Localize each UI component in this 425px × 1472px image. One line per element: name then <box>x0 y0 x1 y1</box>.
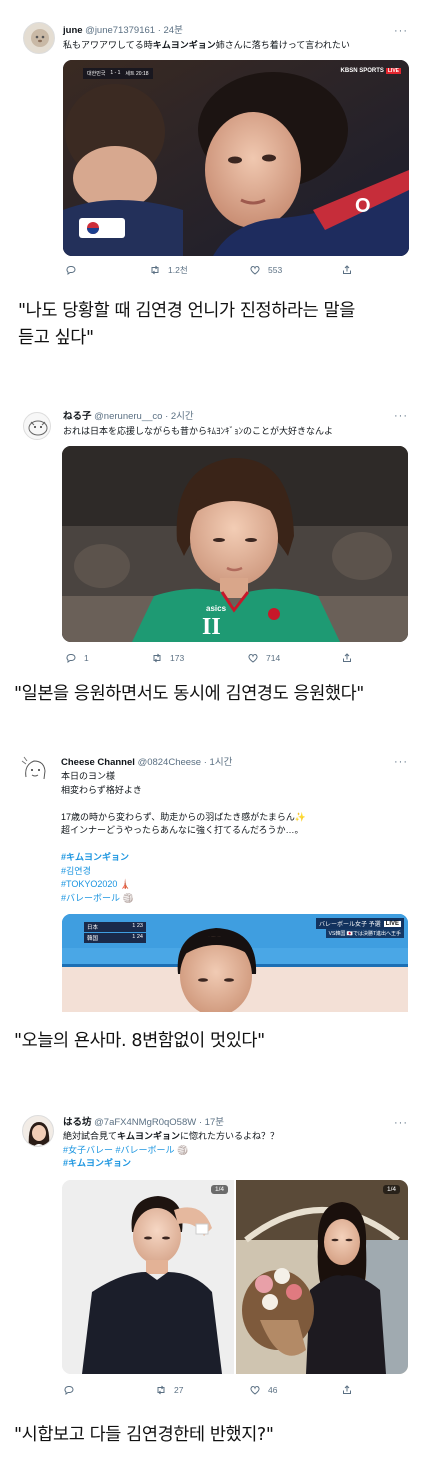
timestamp[interactable]: 24분 <box>164 25 183 36</box>
jersey-brand: asics <box>206 604 227 613</box>
retweet-button[interactable]: 1.2천 <box>149 264 188 276</box>
tweet-3: Cheese Channel @0824Cheese · 1시간 ··· 本日の… <box>0 740 425 1020</box>
hashtag[interactable]: #キムヨンギョン <box>63 1157 279 1171</box>
handle[interactable]: @7aFX4NMgR0qO58W <box>94 1117 196 1128</box>
tweet-actions: 1 173 714 <box>63 652 409 666</box>
tweet-header: はる坊 @7aFX4NMgR0qO58W · 17분 <box>63 1117 224 1128</box>
like-icon <box>248 654 258 663</box>
tweet-actions: 27 46 <box>63 1384 409 1398</box>
retweet-icon <box>151 265 159 275</box>
like-button[interactable]: 714 <box>247 652 280 664</box>
score-overlay: 日本 1 23 韓国 1 24 <box>84 922 146 943</box>
tweet-header: ねる子 @neruneru__co · 2시간 <box>63 411 194 422</box>
retweet-button[interactable]: 173 <box>151 652 184 664</box>
tweet-image[interactable]: II asics <box>62 446 408 642</box>
tweet-header: june @june71379161 · 24분 <box>63 25 183 36</box>
reply-icon <box>66 266 76 275</box>
more-icon[interactable]: ··· <box>394 411 408 422</box>
share-button[interactable] <box>341 264 353 276</box>
tweet-image[interactable]: 日本 1 23 韓国 1 24 バレーボール女子 予選 LIVE VS韓国 🇯🇵では… <box>62 914 408 1012</box>
avatar[interactable] <box>20 755 50 785</box>
share-icon <box>343 265 351 274</box>
hashtag[interactable]: #김연경 <box>61 865 306 879</box>
display-name[interactable]: はる坊 <box>63 1117 92 1128</box>
display-name[interactable]: Cheese Channel <box>61 757 135 768</box>
caption-1: "나도 당황할 때 김연경 언니가 진정하라는 말을 듣고 싶다" <box>18 301 355 348</box>
photo-count-badge: 1/4 <box>382 1185 400 1194</box>
tweet-text: 私もアワアワしてる時キムヨンギョン姉さんに落ち着けって言われたい <box>63 40 350 50</box>
caption-4: "시합보고 다들 김연경한테 반했지?" <box>14 1425 274 1445</box>
timestamp[interactable]: 1시간 <box>210 757 233 768</box>
more-icon[interactable]: ··· <box>394 26 408 37</box>
tweet-2: ねる子 @neruneru__co · 2시간 ··· おれは日本を応援しながら… <box>0 370 425 670</box>
like-icon <box>250 266 260 275</box>
tweet-image[interactable] <box>62 1180 234 1374</box>
svg-text:O: O <box>355 195 371 217</box>
tweet-image-grid: 1/4 1/4 <box>62 1180 408 1374</box>
tweet-actions: 1.2천 553 <box>63 264 409 278</box>
timestamp[interactable]: 2시간 <box>171 411 194 422</box>
timestamp[interactable]: 17분 <box>205 1117 224 1128</box>
reply-icon <box>66 654 76 663</box>
retweet-icon <box>153 653 161 663</box>
tweet-text: 本日のヨン様 相変わらず格好よき 17歳の時から変わらず、助走からの羽ばたき感が… <box>61 770 306 905</box>
share-icon <box>343 1385 351 1394</box>
reply-button[interactable]: 1 <box>65 652 89 664</box>
more-icon[interactable]: ··· <box>394 1118 408 1129</box>
handle[interactable]: @0824Cheese <box>138 757 202 768</box>
like-icon <box>250 1386 260 1395</box>
reply-button[interactable] <box>65 264 84 276</box>
broadcast-title: バレーボール女子 予選 LIVE <box>315 918 404 929</box>
avatar[interactable] <box>23 22 55 54</box>
display-name[interactable]: ねる子 <box>63 411 92 422</box>
svg-text:II: II <box>202 614 221 640</box>
hashtag[interactable]: #TOKYO2020 🗼 <box>61 878 306 892</box>
handle[interactable]: @neruneru__co <box>94 411 162 422</box>
tweet-1: june @june71379161 · 24분 ··· 私もアワアワしてる時キ… <box>0 0 425 280</box>
avatar[interactable] <box>23 412 51 440</box>
handle[interactable]: @june71379161 <box>85 25 155 36</box>
tweet-image[interactable]: O 대한민국 1 - 1 세트 20:18 KBSN SPORTS LIVE <box>63 60 409 256</box>
hashtag[interactable]: #女子バレー #バレーボール 🏐 <box>63 1144 279 1158</box>
share-icon <box>343 653 351 662</box>
tweet-header: Cheese Channel @0824Cheese · 1시간 <box>61 757 233 768</box>
display-name[interactable]: june <box>63 25 83 36</box>
retweet-button[interactable]: 27 <box>155 1384 183 1396</box>
avatar[interactable] <box>22 1115 54 1147</box>
share-button[interactable] <box>341 652 353 664</box>
tweet-text: 絶対試合見てキムヨンギョンに惚れた方いるよね？？ #女子バレー #バレーボール … <box>63 1130 279 1171</box>
reply-icon <box>64 1386 74 1395</box>
like-button[interactable]: 553 <box>249 264 282 276</box>
more-icon[interactable]: ··· <box>394 757 408 768</box>
broadcast-scoreboard: 대한민국 1 - 1 세트 20:18 <box>83 68 153 79</box>
tweet-image[interactable] <box>236 1180 408 1374</box>
share-button[interactable] <box>341 1384 353 1396</box>
like-button[interactable]: 46 <box>249 1384 277 1396</box>
broadcast-sub: VS韓国 🇯🇵では決勝T進出へ王手 <box>325 929 404 938</box>
caption-3: "오늘의 욘사마. 8변함없이 멋있다" <box>14 1031 265 1051</box>
tweet-4: はる坊 @7aFX4NMgR0qO58W · 17분 ··· 絶対試合見てキムヨ… <box>0 1105 425 1405</box>
caption-2: "일본을 응원하면서도 동시에 김연경도 응원했다" <box>14 684 364 704</box>
hashtag[interactable]: #キムヨンギョン <box>61 851 306 865</box>
broadcast-logo: KBSN SPORTS LIVE <box>340 68 401 74</box>
photo-count-badge: 1/4 <box>210 1185 228 1194</box>
reply-button[interactable] <box>63 1384 82 1396</box>
hashtag[interactable]: #バレーボール 🏐 <box>61 892 306 906</box>
tweet-text: おれは日本を応援しながらも昔からｷﾑﾖﾝｷﾞｮﾝのことが大好きなんよ <box>63 426 334 436</box>
retweet-icon <box>157 1385 165 1395</box>
